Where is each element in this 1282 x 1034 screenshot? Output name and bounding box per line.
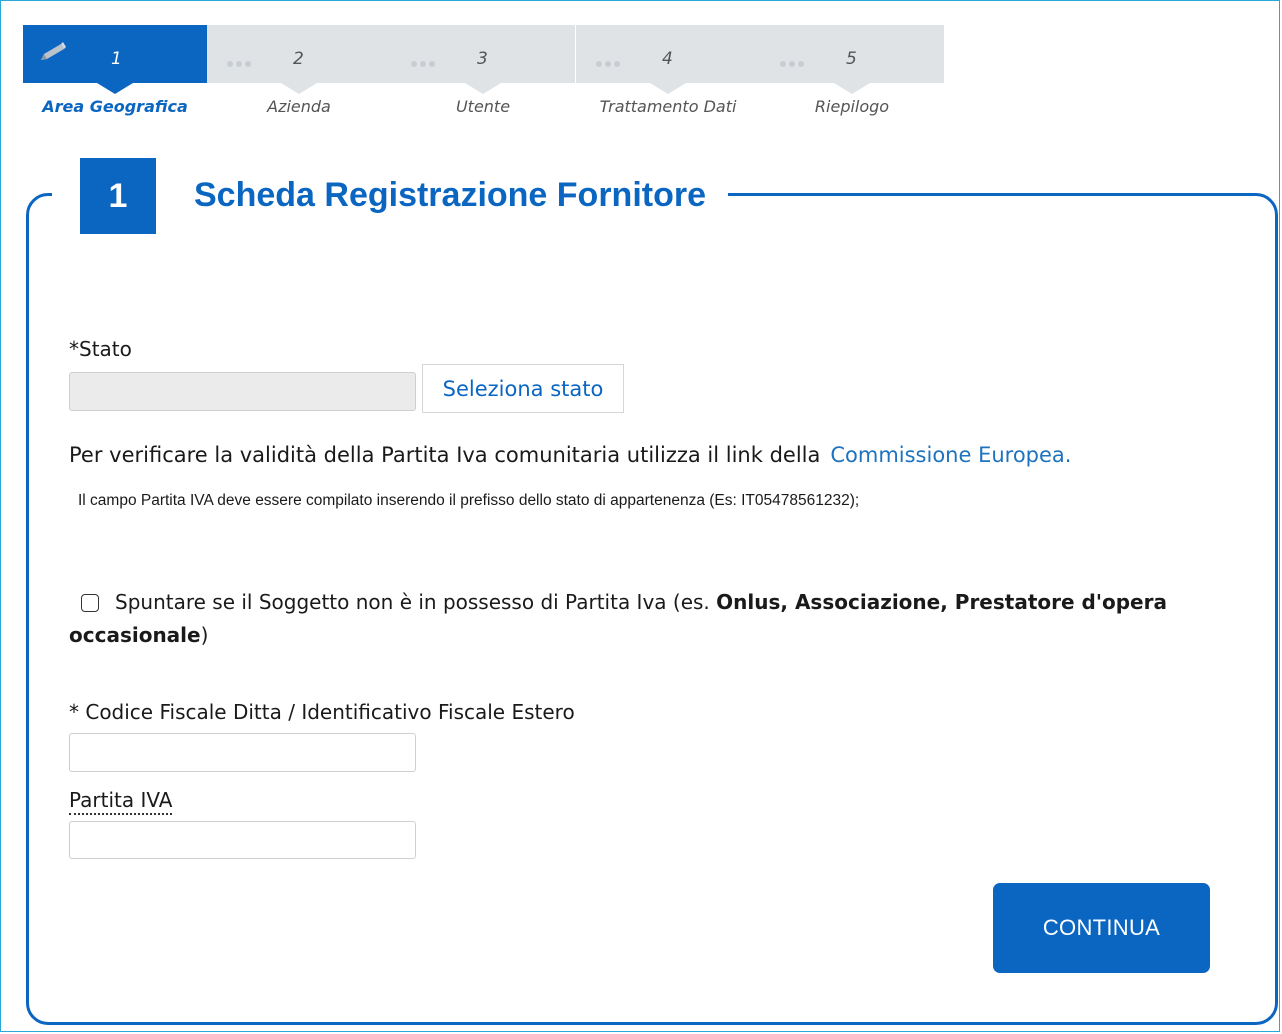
step-arrow	[834, 83, 870, 94]
step-label: Riepilogo	[814, 97, 890, 116]
pencil-icon	[41, 42, 66, 60]
step-label: Trattamento Dati	[599, 97, 737, 116]
step-riepilogo[interactable]: 5 Riepilogo	[760, 25, 944, 125]
section-number-badge: 1	[80, 158, 156, 234]
step-label: Utente	[455, 97, 511, 116]
step-label: Area Geografica	[42, 97, 188, 116]
dots-icon	[596, 54, 623, 72]
step-number: 2	[293, 49, 304, 69]
select-stato-button[interactable]: Seleziona stato	[422, 364, 624, 413]
info-line: Per verificare la validità della Partita…	[69, 443, 1071, 467]
step-trattamento-dati[interactable]: 4 Trattamento Dati	[576, 25, 760, 125]
info-text: Per verificare la validità della Partita…	[69, 443, 821, 467]
partita-iva-abbr: Partita IVA	[69, 788, 173, 815]
step-number: 5	[846, 49, 857, 69]
checkbox-text-before: Spuntare se il Soggetto non è in possess…	[115, 590, 717, 614]
step-number: 3	[477, 49, 488, 69]
partita-iva-hint: Il campo Partita IVA deve essere compila…	[78, 492, 860, 509]
step-area-geografica[interactable]: 1 Area Geografica	[23, 25, 207, 125]
step-arrow	[650, 83, 686, 94]
commissione-europea-link[interactable]: Commissione Europea.	[830, 443, 1071, 467]
step-arrow	[97, 83, 133, 94]
form-header: 1 Scheda Registrazione Fornitore	[52, 158, 728, 234]
stato-input[interactable]	[69, 372, 416, 411]
partita-iva-label: Partita IVA	[69, 788, 173, 815]
continue-button[interactable]: CONTINUA	[993, 883, 1210, 973]
dots-icon	[780, 54, 807, 72]
page-title: Scheda Registrazione Fornitore	[194, 175, 706, 214]
dots-icon	[227, 54, 254, 72]
dots-icon	[411, 54, 438, 72]
step-utente[interactable]: 3 Utente	[391, 25, 575, 125]
checkbox-text-after: )	[200, 623, 209, 647]
step-label: Azienda	[267, 97, 331, 116]
step-number: 4	[662, 49, 673, 69]
codice-fiscale-input[interactable]	[69, 733, 416, 772]
no-partita-iva-checkbox[interactable]	[81, 594, 99, 612]
no-partita-iva-text: Spuntare se il Soggetto non è in possess…	[69, 586, 1189, 652]
stato-label: *Stato	[69, 337, 132, 361]
step-number: 1	[111, 49, 122, 69]
codice-fiscale-label: * Codice Fiscale Ditta / Identificativo …	[69, 700, 575, 724]
step-arrow	[281, 83, 317, 94]
partita-iva-input[interactable]	[69, 821, 416, 859]
step-arrow	[465, 83, 501, 94]
registration-stepper: 1 Area Geografica 2 Azienda 3 Utente 4 T…	[23, 25, 945, 125]
step-azienda[interactable]: 2 Azienda	[207, 25, 391, 125]
